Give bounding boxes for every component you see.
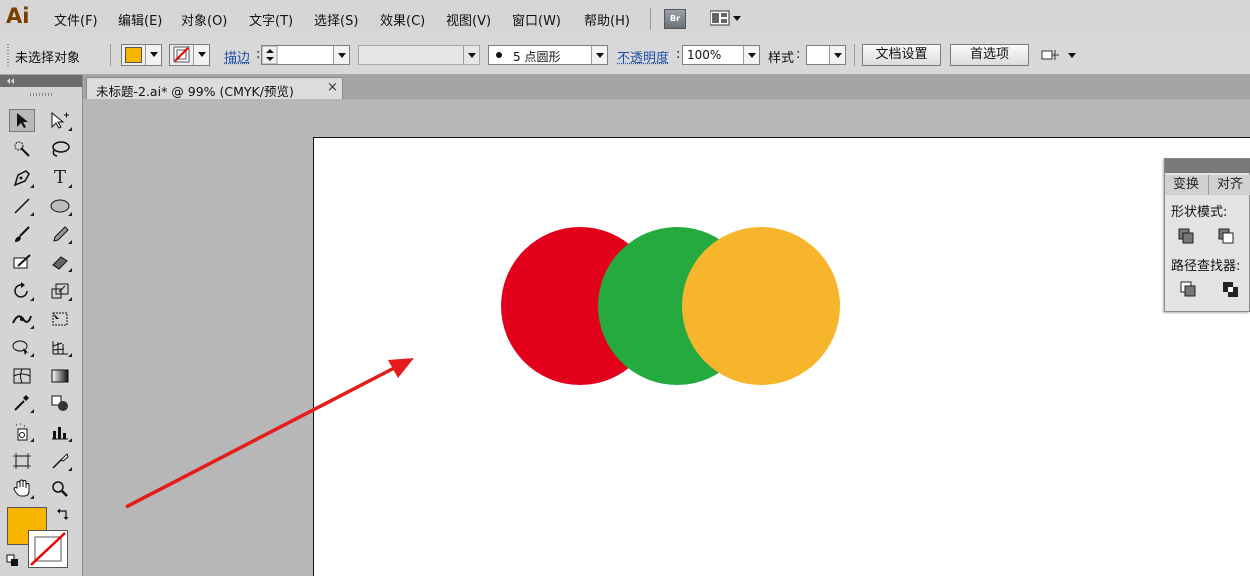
direct-selection-tool-icon[interactable] (47, 109, 73, 132)
tools-panel-header[interactable] (0, 75, 82, 87)
artwork-layer (125, 227, 840, 509)
ellipse-tool-icon[interactable] (47, 194, 73, 217)
blend-tool-icon[interactable] (47, 391, 73, 414)
no-stroke-icon (30, 532, 66, 566)
lasso-tool-icon[interactable] (47, 137, 73, 160)
eyedropper-tool-icon[interactable] (9, 391, 35, 414)
type-tool-icon[interactable]: T (47, 166, 73, 189)
scale-tool-icon[interactable] (47, 279, 73, 302)
selection-tool-icon[interactable] (9, 109, 35, 132)
symbol-sprayer-tool-icon[interactable] (9, 420, 35, 443)
magic-wand-tool-icon[interactable] (9, 137, 35, 160)
tools-panel-grip[interactable] (30, 93, 54, 96)
tools-panel: T (0, 75, 83, 576)
trim-icon[interactable] (1222, 281, 1240, 299)
mesh-tool-icon[interactable] (9, 364, 35, 387)
tab-transform[interactable]: 变换 (1165, 175, 1209, 195)
swap-fill-stroke-icon[interactable] (56, 508, 70, 522)
pencil-tool-icon[interactable] (47, 222, 73, 245)
eraser-tool-icon[interactable] (47, 250, 73, 273)
width-tool-icon[interactable] (9, 307, 35, 330)
collapse-panel-icon[interactable] (4, 75, 18, 87)
shape-modes-label: 形状模式: (1171, 205, 1228, 220)
annotation-arrow (125, 358, 414, 509)
default-fill-stroke-icon[interactable] (6, 554, 20, 568)
line-segment-tool-icon[interactable] (9, 194, 35, 217)
rotate-tool-icon[interactable] (9, 279, 35, 302)
stroke-color-box[interactable] (28, 530, 68, 568)
shape-builder-tool-icon[interactable] (9, 335, 35, 358)
unite-icon[interactable] (1177, 227, 1195, 245)
slice-tool-icon[interactable] (47, 449, 73, 472)
pen-tool-icon[interactable] (9, 166, 35, 189)
orange-circle[interactable] (682, 227, 840, 385)
minus-front-icon[interactable] (1217, 227, 1235, 245)
column-graph-tool-icon[interactable] (47, 420, 73, 443)
panel-title-bar[interactable] (1165, 159, 1250, 173)
zoom-tool-icon[interactable] (47, 477, 73, 500)
paintbrush-tool-icon[interactable] (9, 222, 35, 245)
gradient-tool-icon[interactable] (47, 364, 73, 387)
hand-tool-icon[interactable] (9, 477, 35, 500)
blob-brush-tool-icon[interactable] (9, 250, 35, 273)
perspective-grid-tool-icon[interactable] (47, 335, 73, 358)
tab-align[interactable]: 对齐 (1209, 175, 1250, 195)
artboard-tool-icon[interactable] (9, 449, 35, 472)
free-transform-tool-icon[interactable] (47, 307, 73, 330)
pathfinder-panel: 变换 对齐 形状模式: 路径查找器: (1164, 158, 1250, 312)
divide-icon[interactable] (1180, 281, 1198, 299)
pathfinders-label: 路径查找器: (1171, 259, 1241, 274)
